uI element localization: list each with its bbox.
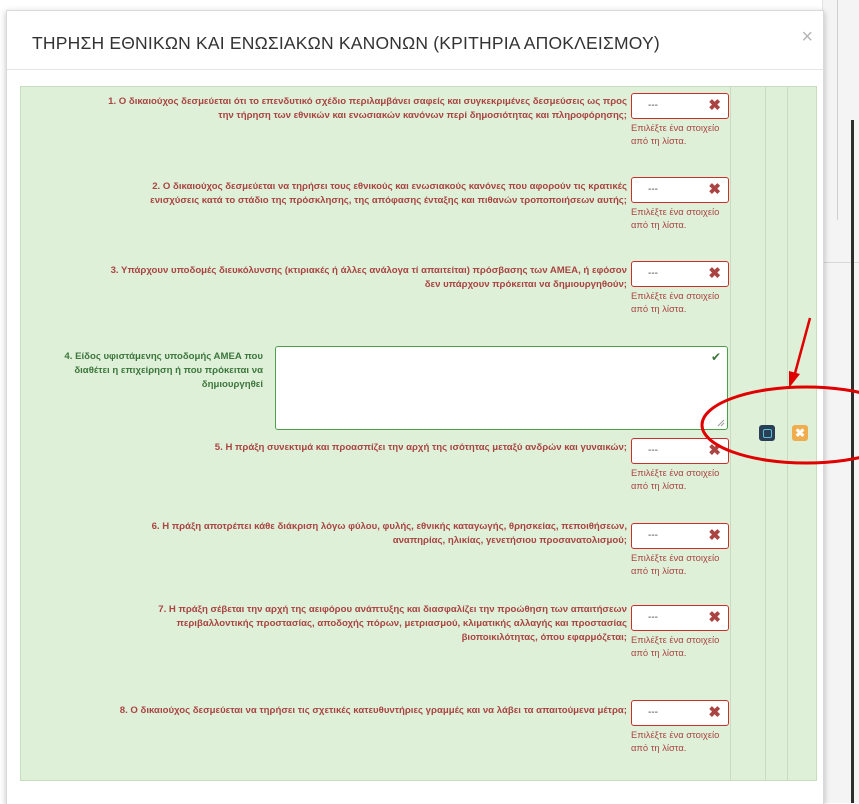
clear-icon[interactable]: ✖ <box>708 181 721 199</box>
question-text: 1. Ο δικαιούχος δεσμεύεται ότι το επενδυ… <box>108 96 627 107</box>
question-text: ενισχύσεις κατά το στάδιο της πρόσκλησης… <box>150 195 627 206</box>
select-question-6[interactable]: --- ✖ <box>631 523 729 549</box>
question-label-4: 4. Είδος υφιστάμενης υποδομής ΑΜΕΑ που δ… <box>31 350 263 392</box>
select-question-8[interactable]: --- ✖ <box>631 700 729 726</box>
criteria-form-panel: 1. Ο δικαιούχος δεσμεύεται ότι το επενδυ… <box>20 86 817 781</box>
question-text: δημιουργηθεί <box>201 379 263 390</box>
clear-icon[interactable]: ✖ <box>708 609 721 627</box>
question-text: αναπηρίας, ηλικίας, γενετήσιου προσανατο… <box>392 535 627 546</box>
select-question-2[interactable]: --- ✖ <box>631 177 729 203</box>
select-value: --- <box>648 100 658 111</box>
edit-button[interactable] <box>759 425 775 441</box>
select-value: --- <box>648 612 658 623</box>
question-text: 6. Η πράξη αποτρέπει κάθε διάκριση λόγω … <box>151 521 627 532</box>
modal-dialog: ΤΗΡΗΣΗ ΕΘΝΙΚΩΝ ΚΑΙ ΕΝΩΣΙΑΚΩΝ ΚΑΝΟΝΩΝ (ΚΡ… <box>6 10 824 804</box>
question-label-6: 6. Η πράξη αποτρέπει κάθε διάκριση λόγω … <box>27 520 627 548</box>
backdrop-divider <box>837 0 838 220</box>
question-text: δεν υπάρχουν πρόκειται να δημιουργηθούν; <box>424 279 627 290</box>
question-text: 7. Η πράξη σέβεται την αρχή της αειφόρου… <box>158 604 627 615</box>
modal-title: ΤΗΡΗΣΗ ΕΘΝΙΚΩΝ ΚΑΙ ΕΝΩΣΙΑΚΩΝ ΚΑΝΟΝΩΝ (ΚΡ… <box>32 33 660 53</box>
check-icon: ✔ <box>710 350 721 364</box>
question-label-8: 8. Ο δικαιούχος δεσμεύεται να τηρήσει τι… <box>27 704 627 718</box>
select-value: --- <box>648 530 658 541</box>
window-edge <box>851 120 854 803</box>
question-text: περιβαλλοντικής προστασίας, αποδοχής πόρ… <box>176 618 627 629</box>
modal-header: ΤΗΡΗΣΗ ΕΘΝΙΚΩΝ ΚΑΙ ΕΝΩΣΙΑΚΩΝ ΚΑΝΟΝΩΝ (ΚΡ… <box>7 11 823 70</box>
select-value: --- <box>648 184 658 195</box>
question-text: διαθέτει η επιχείρηση ή που πρόκειται να <box>74 365 263 376</box>
question-text: βιοποικιλότητας, όπου εφαρμόζεται; <box>461 632 627 643</box>
select-question-1[interactable]: --- ✖ <box>631 93 729 119</box>
clear-icon[interactable]: ✖ <box>708 97 721 115</box>
validation-message: Επιλέξτε ένα στοιχείο από τη λίστα. <box>631 206 720 230</box>
select-value: --- <box>648 445 658 456</box>
question-text: 3. Υπάρχουν υποδομές διευκόλυνσης (κτιρι… <box>110 265 627 276</box>
question-text: 5. Η πράξη συνεκτιμά και προασπίζει την … <box>214 442 627 453</box>
column-divider <box>730 87 731 780</box>
edit-icon <box>762 428 772 438</box>
clear-icon[interactable]: ✖ <box>708 265 721 283</box>
column-divider <box>787 87 788 780</box>
page-backdrop <box>822 0 859 803</box>
validation-message: Επιλέξτε ένα στοιχείο από τη λίστα. <box>631 122 720 146</box>
question-text: 4. Είδος υφιστάμενης υποδομής ΑΜΕΑ που <box>64 351 263 362</box>
validation-message: Επιλέξτε ένα στοιχείο από τη λίστα. <box>631 467 720 491</box>
clear-icon[interactable]: ✖ <box>708 704 721 722</box>
validation-message: Επιλέξτε ένα στοιχείο από τη λίστα. <box>631 729 720 753</box>
select-question-5[interactable]: --- ✖ <box>631 438 729 464</box>
validation-message: Επιλέξτε ένα στοιχείο από τη λίστα. <box>631 552 720 576</box>
select-question-7[interactable]: --- ✖ <box>631 605 729 631</box>
question-text: την τήρηση των εθνικών και ενωσιακών καν… <box>218 110 627 121</box>
resize-handle-icon[interactable] <box>717 419 725 427</box>
clear-icon[interactable]: ✖ <box>708 527 721 545</box>
select-value: --- <box>648 707 658 718</box>
remove-icon: ✖ <box>794 426 806 440</box>
select-question-3[interactable]: --- ✖ <box>631 261 729 287</box>
question-label-1: 1. Ο δικαιούχος δεσμεύεται ότι το επενδυ… <box>27 95 627 123</box>
question-label-7: 7. Η πράξη σέβεται την αρχή της αειφόρου… <box>27 603 627 645</box>
question-label-5: 5. Η πράξη συνεκτιμά και προασπίζει την … <box>27 441 627 455</box>
validation-message: Επιλέξτε ένα στοιχείο από τη λίστα. <box>631 634 720 658</box>
question-label-2: 2. Ο δικαιούχος δεσμεύεται να τηρήσει το… <box>27 180 627 208</box>
close-icon[interactable]: × <box>801 27 813 47</box>
infrastructure-textarea[interactable]: ✔ <box>275 346 728 430</box>
clear-icon[interactable]: ✖ <box>708 442 721 460</box>
question-text: 2. Ο δικαιούχος δεσμεύεται να τηρήσει το… <box>152 181 627 192</box>
remove-button[interactable]: ✖ <box>792 425 808 441</box>
validation-message: Επιλέξτε ένα στοιχείο από τη λίστα. <box>631 290 720 314</box>
select-value: --- <box>648 268 658 279</box>
question-text: 8. Ο δικαιούχος δεσμεύεται να τηρήσει τι… <box>119 705 627 716</box>
question-label-3: 3. Υπάρχουν υποδομές διευκόλυνσης (κτιρι… <box>27 264 627 292</box>
